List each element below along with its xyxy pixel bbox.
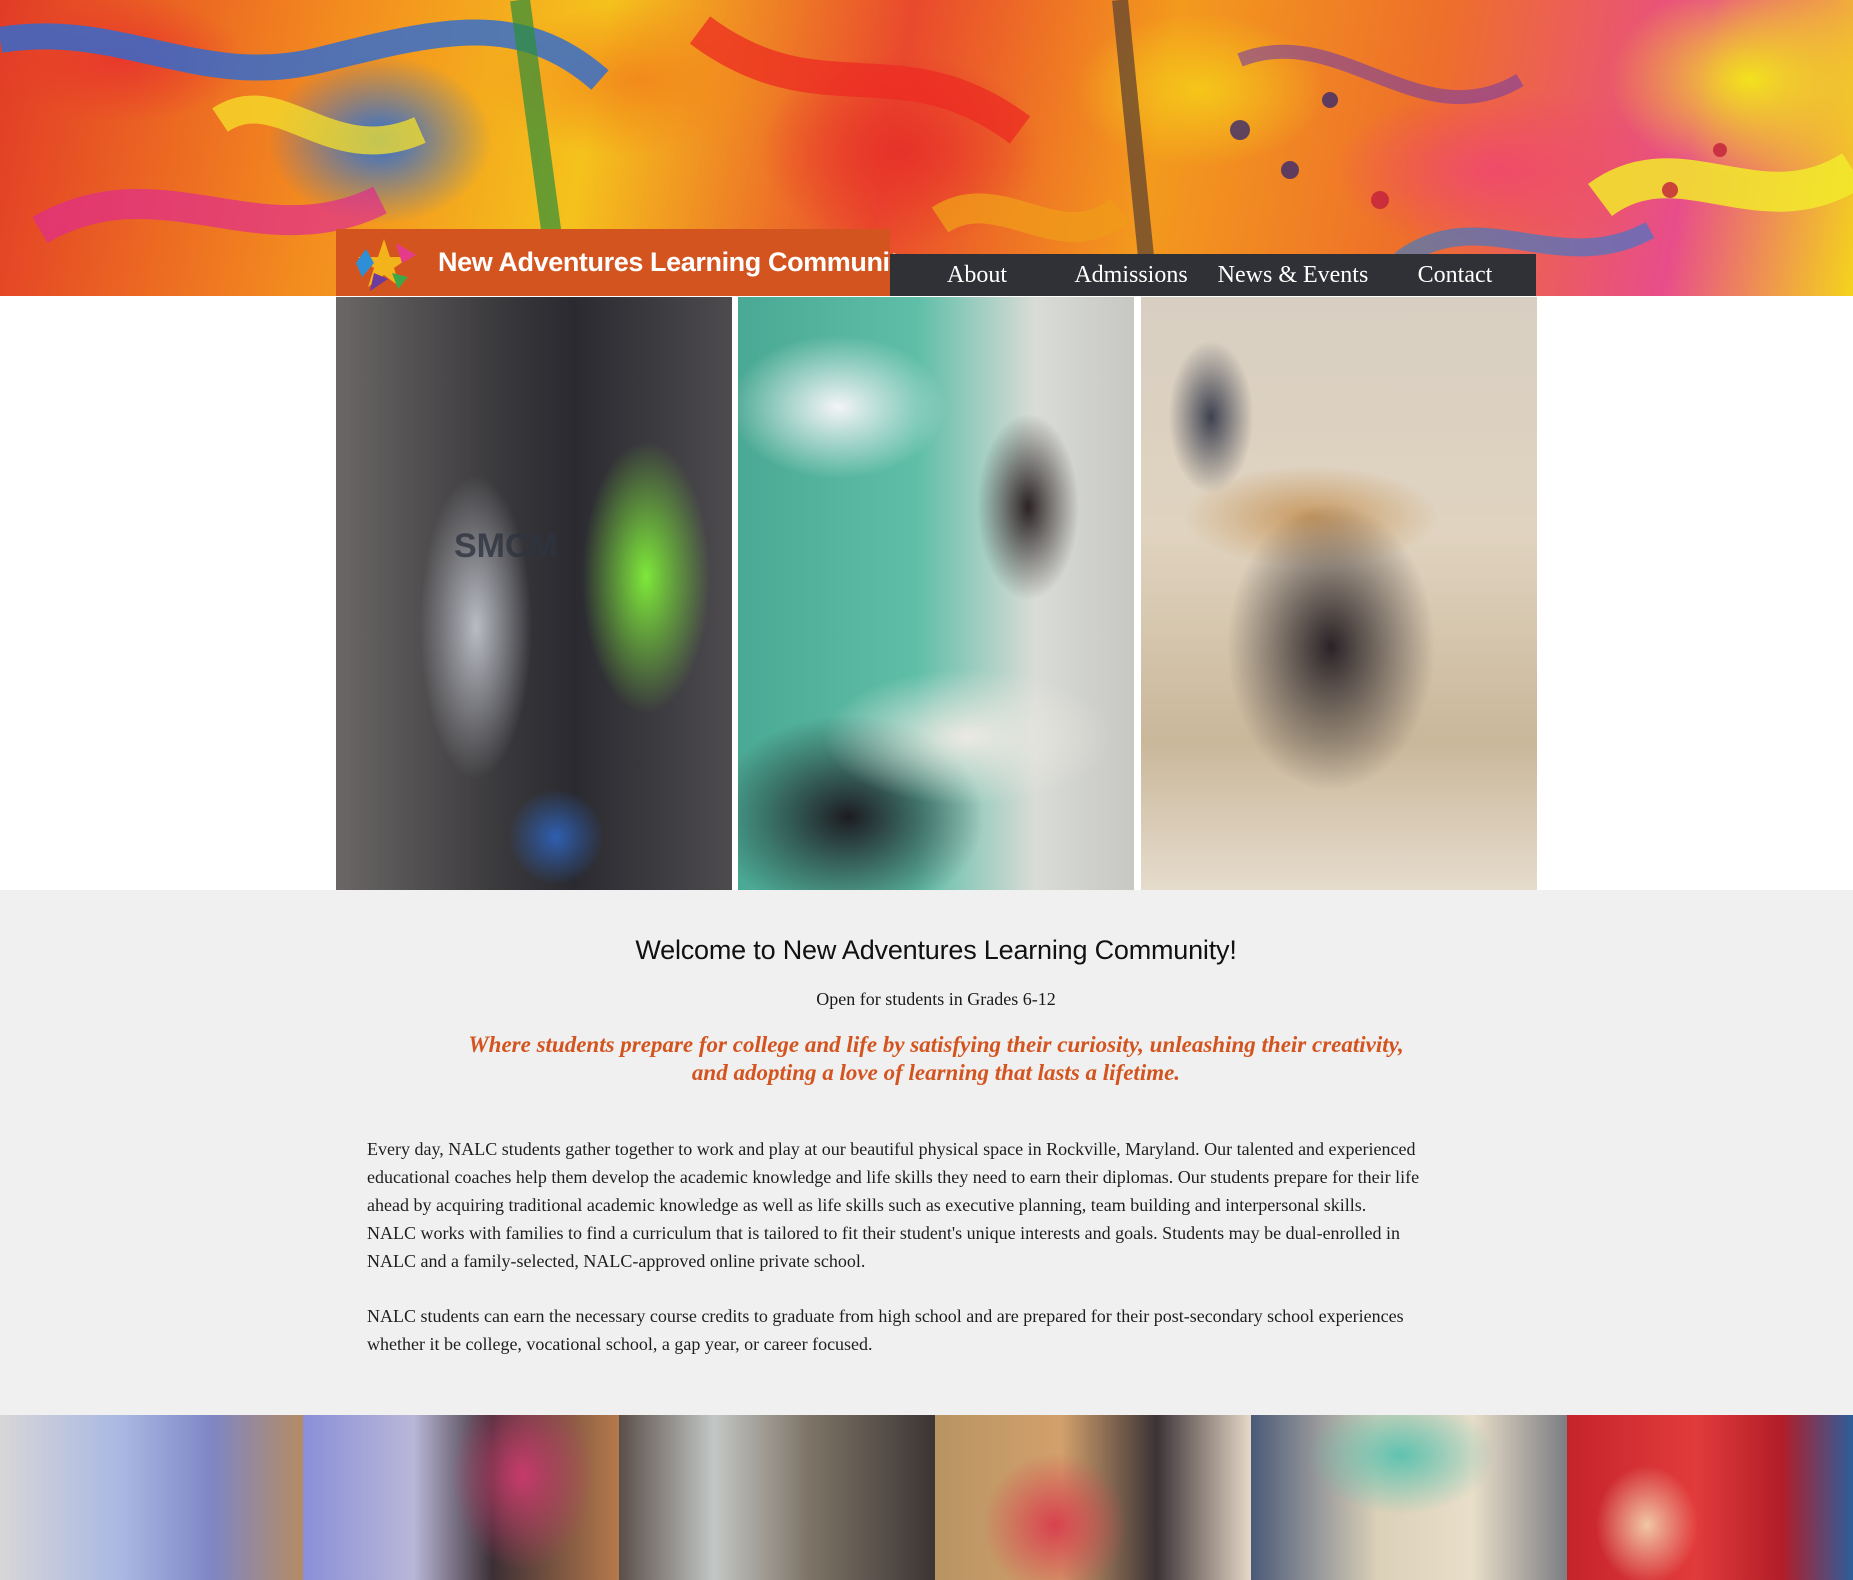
star-cluster-logo-icon bbox=[356, 239, 416, 291]
site-title[interactable]: New Adventures Learning Community bbox=[438, 229, 913, 296]
tagline-line-1: Where students prepare for college and l… bbox=[468, 1032, 1404, 1057]
tagline: Where students prepare for college and l… bbox=[0, 1031, 1853, 1087]
nav-item-contact[interactable]: Contact bbox=[1374, 262, 1536, 289]
paragraph-line: NALC and a family-selected, NALC-approve… bbox=[367, 1251, 866, 1271]
paragraph-line: NALC students can earn the necessary cou… bbox=[367, 1306, 1404, 1326]
gallery-photo-student-candle bbox=[935, 1415, 1251, 1580]
paragraph-line: ahead by acquiring traditional academic … bbox=[367, 1195, 1367, 1215]
intro-paragraph-1: Every day, NALC students gather together… bbox=[367, 1135, 1517, 1275]
header-banner-artwork bbox=[0, 0, 1853, 296]
paragraph-line: whether it be college, vocational school… bbox=[367, 1334, 873, 1354]
gallery-photo-table-activity bbox=[1251, 1415, 1567, 1580]
hero-photo-students-at-tables bbox=[1141, 297, 1537, 890]
gallery-photo-party-room bbox=[0, 1415, 303, 1580]
gallery-photo-students-hats bbox=[303, 1415, 619, 1580]
hero-photo-students-squid-hat: SMCM bbox=[336, 297, 732, 890]
crayon-artwork-image bbox=[0, 0, 1853, 296]
paragraph-line: educational coaches help them develop th… bbox=[367, 1167, 1420, 1187]
welcome-subtitle: Open for students in Grades 6-12 bbox=[816, 989, 1056, 1009]
welcome-section: Welcome to New Adventures Learning Commu… bbox=[0, 890, 1853, 1415]
nav-item-about[interactable]: About bbox=[890, 262, 1050, 289]
gallery-photo-smiling-students bbox=[1567, 1415, 1853, 1580]
main-navigation: About Admissions News & Events Contact bbox=[890, 254, 1536, 296]
site-logo-link[interactable]: New Adventures Learning Community bbox=[336, 229, 913, 296]
shirt-print-text: SMCM bbox=[454, 527, 558, 565]
intro-paragraph-2: NALC students can earn the necessary cou… bbox=[367, 1302, 1517, 1358]
gallery-photo-building-lobby bbox=[619, 1415, 935, 1580]
paragraph-line: Every day, NALC students gather together… bbox=[367, 1139, 1416, 1159]
welcome-title: Welcome to New Adventures Learning Commu… bbox=[635, 935, 1237, 965]
nav-item-news-events[interactable]: News & Events bbox=[1212, 262, 1374, 289]
paragraph-line: NALC works with families to find a curri… bbox=[367, 1223, 1401, 1243]
nav-item-admissions[interactable]: Admissions bbox=[1050, 262, 1212, 289]
tagline-line-2: and adopting a love of learning that las… bbox=[691, 1060, 1181, 1085]
hero-photo-classroom-presentation bbox=[738, 297, 1134, 890]
